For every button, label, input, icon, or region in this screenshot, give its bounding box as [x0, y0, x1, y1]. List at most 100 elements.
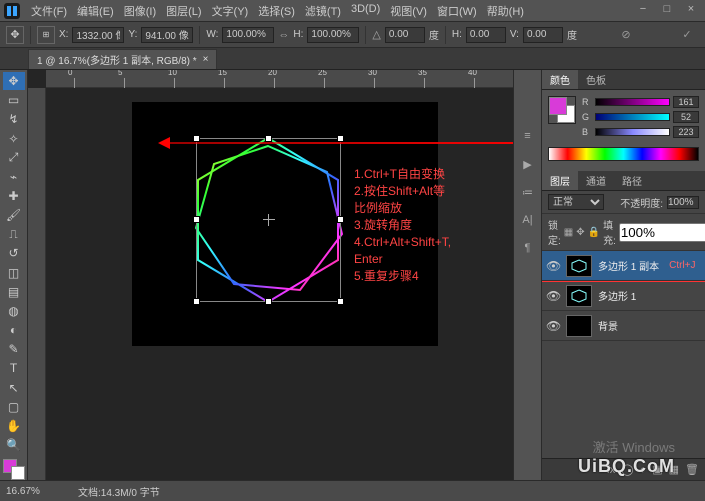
eyedropper-tool[interactable]: ⌁: [3, 168, 25, 186]
marquee-tool[interactable]: ▭: [3, 91, 25, 109]
transform-icon[interactable]: ✥: [6, 26, 24, 44]
shape-tool[interactable]: ▢: [3, 398, 25, 416]
lock-all-icon[interactable]: 🔒: [588, 225, 600, 239]
app-logo: [4, 3, 20, 19]
menu-窗口[interactable]: 窗口(W): [432, 1, 482, 21]
handle-w[interactable]: [193, 216, 200, 223]
reference-point-icon[interactable]: ⊞: [37, 26, 55, 44]
layer-tab-2[interactable]: 路径: [614, 171, 650, 190]
handle-sw[interactable]: [193, 298, 200, 305]
type-tool[interactable]: T: [3, 359, 25, 377]
layer-row[interactable]: 👁多边形 1: [542, 281, 705, 311]
handle-e[interactable]: [337, 216, 344, 223]
y-field[interactable]: [141, 27, 193, 43]
menu-滤镜[interactable]: 滤镜(T): [300, 1, 346, 21]
eraser-tool[interactable]: ◫: [3, 264, 25, 282]
menu-文件[interactable]: 文件(F): [26, 1, 72, 21]
document-tab[interactable]: 1 @ 16.7%(多边形 1 副本, RGB/8) * ×: [28, 49, 217, 69]
cancel-transform-icon[interactable]: ⊘: [614, 26, 638, 44]
layer-thumbnail[interactable]: [566, 285, 592, 307]
actions-panel-icon[interactable]: ▶: [518, 154, 538, 174]
handle-nw[interactable]: [193, 135, 200, 142]
menu-3d[interactable]: 3D(D): [346, 1, 385, 21]
layer-thumbnail[interactable]: [566, 315, 592, 337]
layer-row[interactable]: 👁多边形 1 副本Ctrl+J: [542, 251, 705, 281]
link-icon[interactable]: ⇔: [278, 29, 289, 41]
skew-v-field[interactable]: [523, 27, 563, 43]
zoom-tool[interactable]: 🔍: [3, 436, 25, 454]
layer-tab-1[interactable]: 通道: [578, 171, 614, 190]
color-preview[interactable]: [548, 96, 576, 124]
menu-文字[interactable]: 文字(Y): [207, 1, 254, 21]
layer-thumbnail[interactable]: [566, 255, 592, 277]
canvas-area[interactable]: 1.Ctrl+T自由变换2.按住Shift+Alt等比例缩放3.旋转角度4.Ct…: [46, 88, 513, 480]
handle-s[interactable]: [265, 298, 272, 305]
visibility-icon[interactable]: 👁: [546, 319, 560, 333]
blend-mode-select[interactable]: 正常: [548, 194, 604, 210]
menu-视图[interactable]: 视图(V): [385, 1, 432, 21]
trash-icon[interactable]: 🗑: [685, 463, 699, 476]
path-tool[interactable]: ↖: [3, 379, 25, 397]
character-panel-icon[interactable]: A|: [518, 210, 538, 230]
blur-tool[interactable]: ◍: [3, 302, 25, 320]
pen-tool[interactable]: ✎: [3, 340, 25, 358]
paragraph-panel-icon[interactable]: ¶: [518, 238, 538, 258]
visibility-icon[interactable]: 👁: [546, 259, 560, 273]
handle-ne[interactable]: [337, 135, 344, 142]
lock-position-icon[interactable]: ✥: [576, 225, 584, 239]
move-tool[interactable]: ✥: [3, 72, 25, 90]
deg-label: 度: [429, 27, 439, 42]
lasso-tool[interactable]: ↯: [3, 110, 25, 128]
zoom-level[interactable]: 16.67%: [6, 486, 64, 497]
stamp-tool[interactable]: ⎍: [3, 225, 25, 243]
lock-pixels-icon[interactable]: ▦: [564, 225, 573, 239]
wand-tool[interactable]: ✧: [3, 129, 25, 147]
layer-tab-0[interactable]: 图层: [542, 171, 578, 190]
menu-图像[interactable]: 图像(I): [119, 1, 161, 21]
minimize-button[interactable]: −: [633, 2, 653, 16]
slider-R[interactable]: [595, 98, 670, 106]
slider-G[interactable]: [595, 113, 670, 121]
transform-bounding-box[interactable]: [196, 138, 341, 302]
color-spectrum[interactable]: [548, 147, 699, 161]
menu-编辑[interactable]: 编辑(E): [72, 1, 119, 21]
x-field[interactable]: [72, 27, 124, 43]
brush-tool[interactable]: 🖌: [3, 206, 25, 224]
fill-field[interactable]: [619, 223, 705, 242]
w-field[interactable]: [222, 27, 274, 43]
restore-button[interactable]: □: [657, 2, 677, 16]
slider-B[interactable]: [595, 128, 670, 136]
transform-center[interactable]: [263, 214, 275, 226]
tab-close-icon[interactable]: ×: [203, 54, 209, 65]
gradient-tool[interactable]: ▤: [3, 283, 25, 301]
handle-n[interactable]: [265, 135, 272, 142]
properties-panel-icon[interactable]: ≔: [518, 182, 538, 202]
fg-swatch[interactable]: [549, 97, 567, 115]
options-bar: ✥ ⊞ X: Y: W: ⇔ H: △ 度 H: V: 度 ⊘ ✓: [0, 22, 705, 48]
menu-帮助[interactable]: 帮助(H): [482, 1, 529, 21]
opacity-field[interactable]: [667, 196, 699, 209]
menu-图层[interactable]: 图层(L): [161, 1, 206, 21]
close-button[interactable]: ×: [681, 2, 701, 16]
layer-lock-row: 锁定: ▦ ✥ 🔒 填充:: [542, 214, 705, 251]
document-canvas[interactable]: 1.Ctrl+T自由变换2.按住Shift+Alt等比例缩放3.旋转角度4.Ct…: [132, 102, 438, 346]
vertical-ruler: [28, 88, 46, 480]
commit-transform-icon[interactable]: ✓: [675, 26, 699, 44]
h-field[interactable]: [307, 27, 359, 43]
crop-tool[interactable]: ⤢: [3, 149, 25, 167]
skew-h-field[interactable]: [466, 27, 506, 43]
color-tab-1[interactable]: 色板: [578, 70, 614, 89]
hand-tool[interactable]: ✋: [3, 417, 25, 435]
angle-field[interactable]: [385, 27, 425, 43]
color-swatches[interactable]: [3, 459, 25, 480]
dodge-tool[interactable]: ◐: [3, 321, 25, 339]
healing-tool[interactable]: ✚: [3, 187, 25, 205]
visibility-icon[interactable]: 👁: [546, 289, 560, 303]
history-panel-icon[interactable]: ≡: [518, 126, 538, 146]
layer-row[interactable]: 👁背景: [542, 311, 705, 341]
menu-选择[interactable]: 选择(S): [253, 1, 300, 21]
history-brush-tool[interactable]: ↺: [3, 244, 25, 262]
color-tab-0[interactable]: 颜色: [542, 70, 578, 89]
background-color[interactable]: [11, 466, 25, 480]
handle-se[interactable]: [337, 298, 344, 305]
